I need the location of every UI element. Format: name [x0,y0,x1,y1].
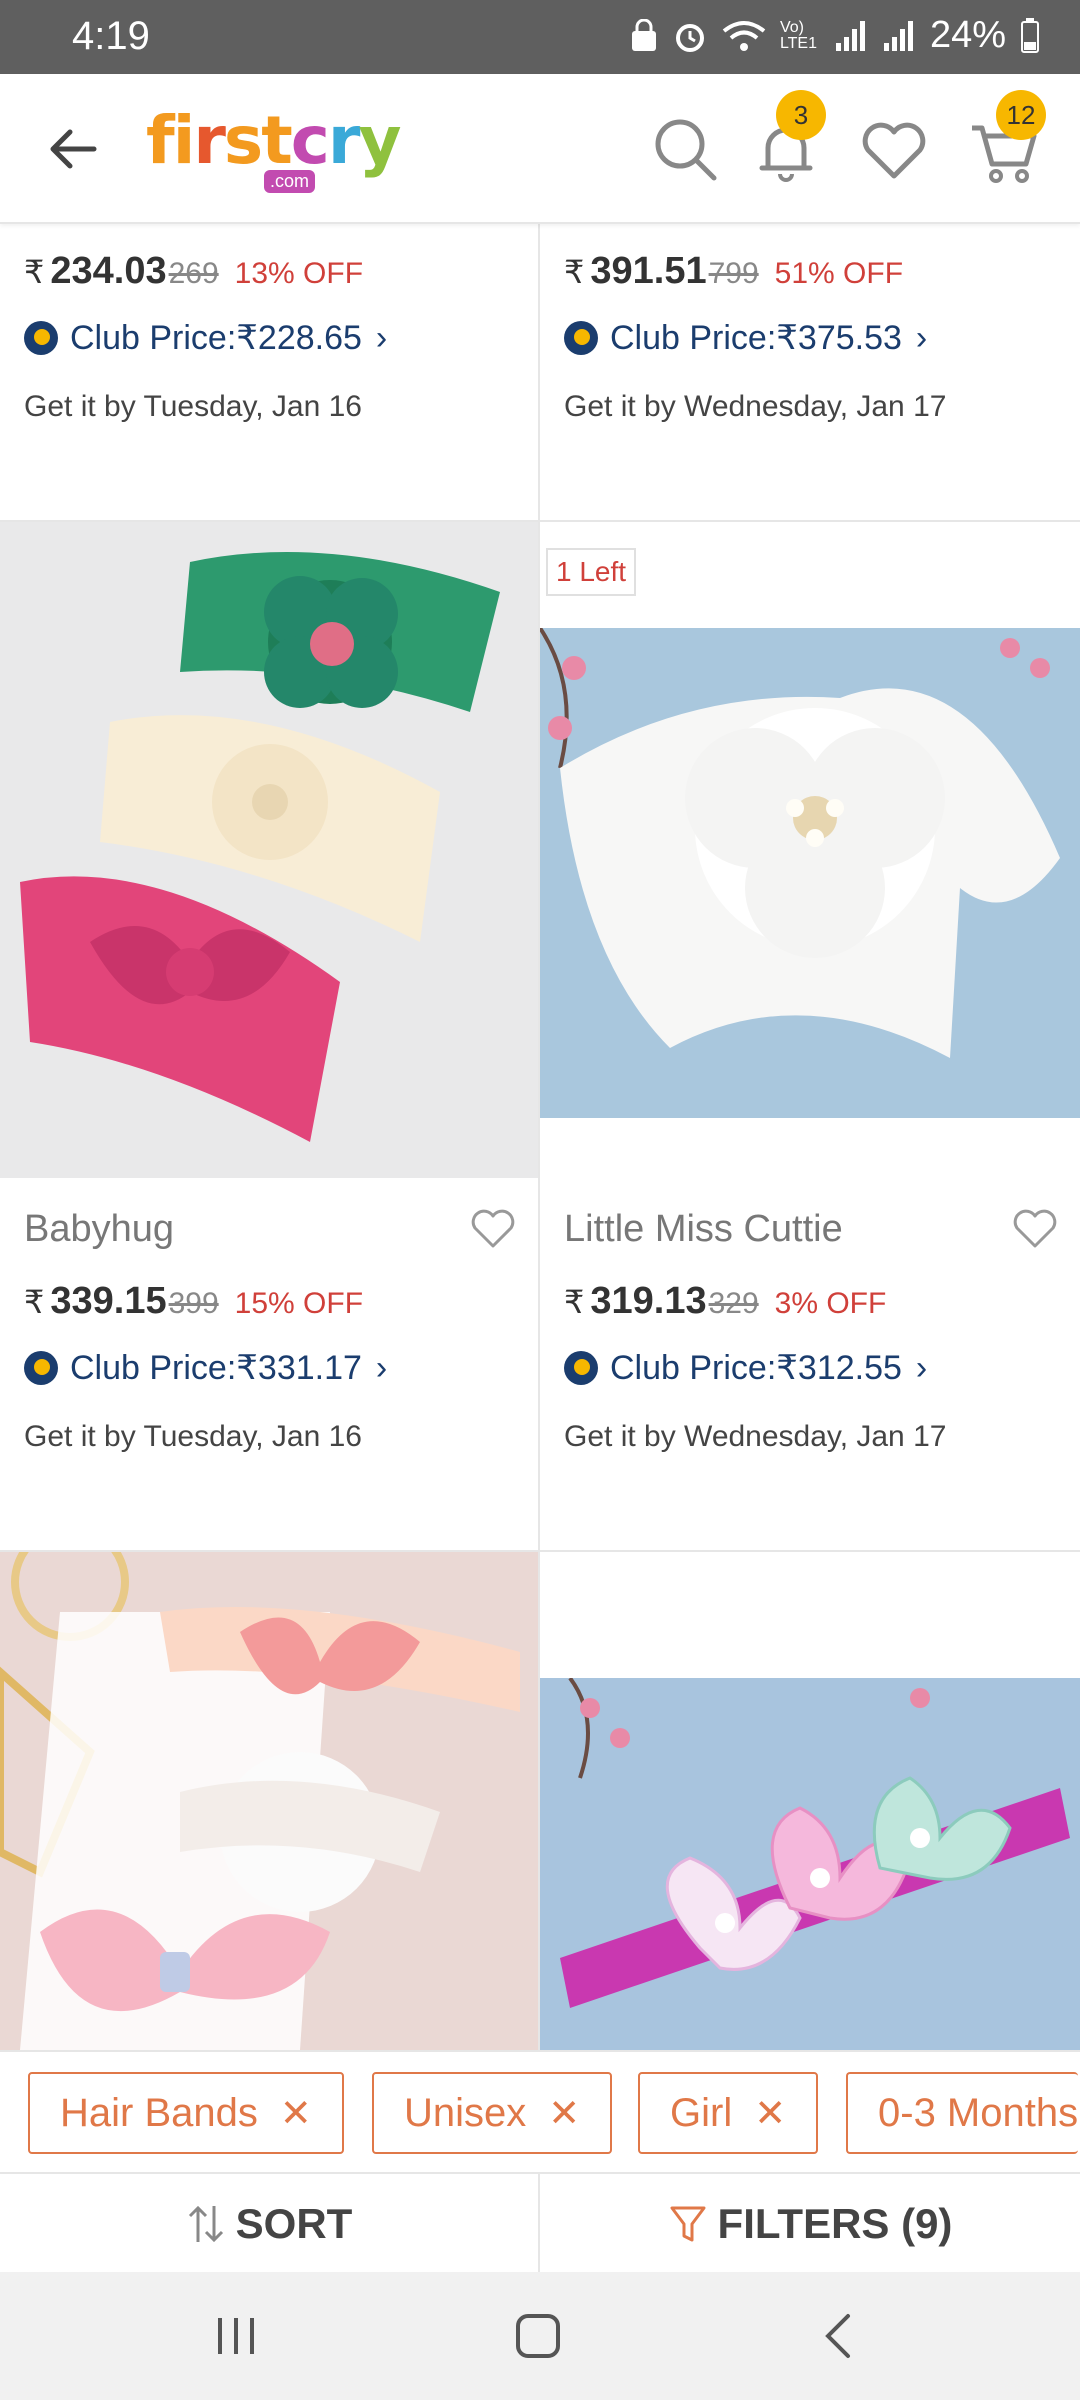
butterfly-headband-illustration [560,1678,1070,2008]
sort-button[interactable]: SORT [0,2174,538,2274]
filter-chip-hair-bands[interactable]: Hair Bands ✕ [28,2072,344,2154]
delivery-date: Get it by Wednesday, Jan 17 [564,1420,947,1453]
stock-badge: 1 Left [546,548,637,596]
delivery-date: Get it by Wednesday, Jan 17 [564,390,947,423]
brand-name: Babyhug [24,1208,175,1250]
status-bar: 4:19 Vo) LTE1 24% [0,0,1080,74]
filter-chip-unisex[interactable]: Unisex ✕ [372,2072,613,2154]
signal-icon [835,20,865,51]
battery-icon [1021,17,1039,53]
chevron-right-icon: › [915,1348,928,1387]
mrp-price: 799 [708,257,759,290]
rupee-symbol: ₹ [24,254,45,290]
filter-chip-label: Hair Bands [60,2090,258,2135]
sort-filter-bar: SORT FILTERS (9) [0,2172,1080,2274]
discount-label: 15% OFF [234,1287,364,1320]
selling-price: 339.15 [50,1280,167,1322]
club-logo-icon [24,1351,58,1385]
search-icon[interactable] [648,112,724,188]
discount-label: 3% OFF [774,1287,887,1320]
lock-icon [631,18,656,51]
heart-icon[interactable] [468,1204,518,1254]
network-label: Vo) LTE1 [779,18,817,52]
back-nav-icon[interactable] [810,2306,870,2366]
status-time: 4:19 [72,14,150,58]
price-row: ₹ 234.03 269 13% OFF [24,250,363,293]
selling-price: 319.13 [590,1280,707,1322]
club-price: Club Price:₹375.53 [610,319,902,357]
home-icon[interactable] [508,2306,568,2366]
applied-filters-bar: Hair Bands ✕ Unisex ✕ Girl ✕ 0-3 Months [0,2050,1080,2172]
mrp-price: 269 [168,257,219,290]
selling-price: 391.51 [590,250,707,292]
rupee-symbol: ₹ [24,1284,45,1320]
firstcry-logo[interactable]: firstcry .com [146,102,401,202]
notification-badge: 3 [776,90,826,140]
price-row: ₹ 319.13 329 3% OFF [564,1280,886,1323]
club-price: Club Price:₹331.17 [70,1349,362,1387]
discount-label: 51% OFF [774,257,904,290]
close-icon[interactable]: ✕ [280,2091,312,2136]
back-arrow-icon[interactable] [40,114,110,184]
chevron-right-icon: › [375,1348,388,1387]
filter-chip-label: 0-3 Months [878,2090,1079,2135]
club-price-link[interactable]: Club Price:₹228.65 › [24,318,387,358]
recent-apps-icon[interactable] [206,2306,266,2366]
club-logo-icon [564,1351,598,1385]
status-icons: Vo) LTE1 24% [630,14,1040,57]
product-image[interactable] [0,522,538,1178]
sort-arrows-icon [188,2205,223,2243]
heart-icon[interactable] [1010,1204,1060,1254]
flower-headband-illustration [540,628,1060,1058]
product-image[interactable] [0,1552,538,2050]
alarm-icon [675,23,704,52]
selling-price: 234.03 [50,250,167,292]
signal-icon-2 [883,20,913,51]
headband-set-illustration [20,552,500,1142]
delivery-date: Get it by Tuesday, Jan 16 [24,390,362,423]
mrp-price: 399 [168,1287,219,1320]
club-price: Club Price:₹312.55 [610,1349,902,1387]
club-logo-icon [24,321,58,355]
rupee-symbol: ₹ [564,1284,585,1320]
app-header: firstcry .com 3 12 [0,74,1080,224]
system-nav-bar [0,2272,1080,2400]
wishlist-heart-icon[interactable] [856,112,932,188]
delivery-date: Get it by Tuesday, Jan 16 [24,1420,362,1453]
product-image[interactable] [540,628,1080,1118]
rupee-symbol: ₹ [564,254,585,290]
bow-headbands-illustration [0,1552,520,2050]
chevron-right-icon: › [375,318,388,357]
filter-chip-girl[interactable]: Girl ✕ [638,2072,819,2154]
club-price-link[interactable]: Club Price:₹375.53 › [564,318,927,358]
chevron-right-icon: › [915,318,928,357]
club-logo-icon [564,321,598,355]
club-price-link[interactable]: Club Price:₹312.55 › [564,1348,927,1388]
filter-chip-0-3-months[interactable]: 0-3 Months [846,2072,1079,2154]
wifi-icon [722,20,766,51]
logo-com: .com [264,170,316,193]
filters-button[interactable]: FILTERS (9) [540,2174,1080,2274]
filter-funnel-icon [670,2206,706,2242]
cart-badge: 12 [996,90,1046,140]
sort-label: SORT [235,2200,353,2247]
close-icon[interactable]: ✕ [754,2091,786,2136]
mrp-price: 329 [708,1287,759,1320]
brand-name: Little Miss Cuttie [564,1208,843,1250]
notifications-button[interactable]: 3 [748,90,826,188]
logo-text: firstcry [146,102,401,179]
filters-label: FILTERS (9) [717,2200,953,2247]
cart-button[interactable]: 12 [966,90,1046,188]
price-row: ₹ 339.15 399 15% OFF [24,1280,363,1323]
discount-label: 13% OFF [234,257,364,290]
product-image[interactable] [540,1678,1080,2050]
club-price-link[interactable]: Club Price:₹331.17 › [24,1348,387,1388]
price-row: ₹ 391.51 799 51% OFF [564,250,903,293]
club-price: Club Price:₹228.65 [70,319,362,357]
filter-chip-label: Girl [670,2090,733,2135]
filter-chip-label: Unisex [404,2090,527,2135]
close-icon[interactable]: ✕ [548,2091,580,2136]
battery-percent: 24% [929,14,1006,56]
